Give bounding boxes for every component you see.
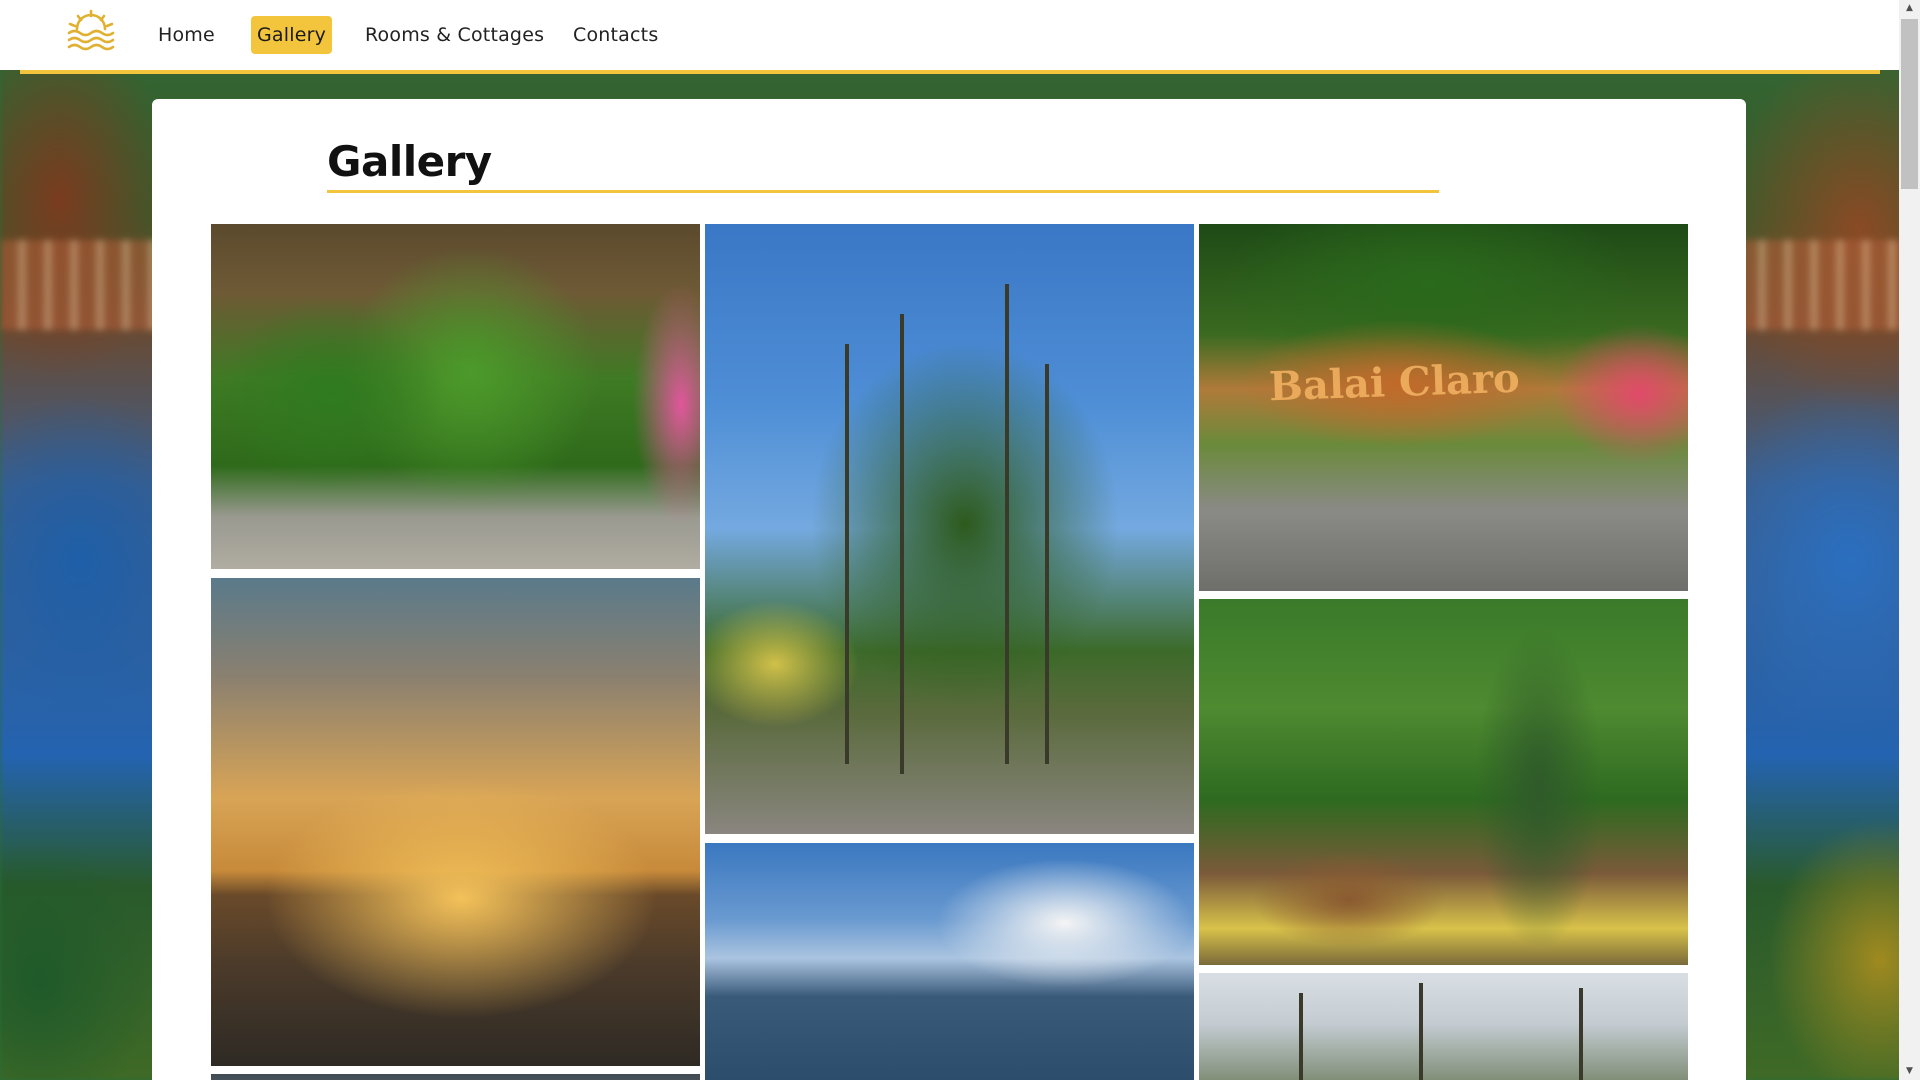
title-underline [327, 190, 1439, 193]
ocean-sunset-photo[interactable] [211, 578, 700, 1066]
scrollbar-thumb[interactable] [1901, 19, 1918, 189]
partial-photo[interactable] [211, 1074, 700, 1080]
nav-contacts[interactable]: Contacts [567, 16, 664, 54]
navbar-accent-line [20, 70, 1880, 74]
sign-lettering: Balai Claro [1268, 354, 1521, 411]
gallery-card: Gallery Balai Claro [152, 99, 1746, 1080]
beach-hut-photo[interactable] [705, 843, 1194, 1080]
garden-entrance-photo[interactable] [211, 224, 700, 569]
navbar: Home Gallery Rooms & Cottages Contacts [0, 0, 1899, 70]
dinosaur-statue-photo[interactable] [1199, 599, 1688, 965]
coconut-palms-photo[interactable] [705, 224, 1194, 834]
beach-palms-photo[interactable] [1199, 973, 1688, 1080]
sun-waves-logo[interactable] [66, 9, 116, 53]
nav-home[interactable]: Home [152, 16, 221, 54]
palm-trunk [1005, 284, 1009, 764]
nav-gallery[interactable]: Gallery [251, 16, 333, 54]
nav-rooms-cottages[interactable]: Rooms & Cottages [359, 16, 550, 54]
triangle-down-icon[interactable]: ▼ [1899, 1063, 1920, 1080]
palm-trunk [845, 344, 849, 764]
page-title: Gallery [327, 137, 492, 186]
palm-trunk [900, 314, 904, 774]
background-fence-right [1740, 240, 1920, 330]
palm-trunk [1419, 983, 1423, 1080]
vertical-scrollbar[interactable]: ▲ ▼ [1899, 0, 1920, 1080]
palm-trunk [1579, 988, 1583, 1080]
balai-sign-photo[interactable]: Balai Claro [1199, 224, 1688, 591]
palm-trunk [1299, 993, 1303, 1080]
palm-trunk [1045, 364, 1049, 764]
triangle-up-icon[interactable]: ▲ [1899, 0, 1920, 17]
